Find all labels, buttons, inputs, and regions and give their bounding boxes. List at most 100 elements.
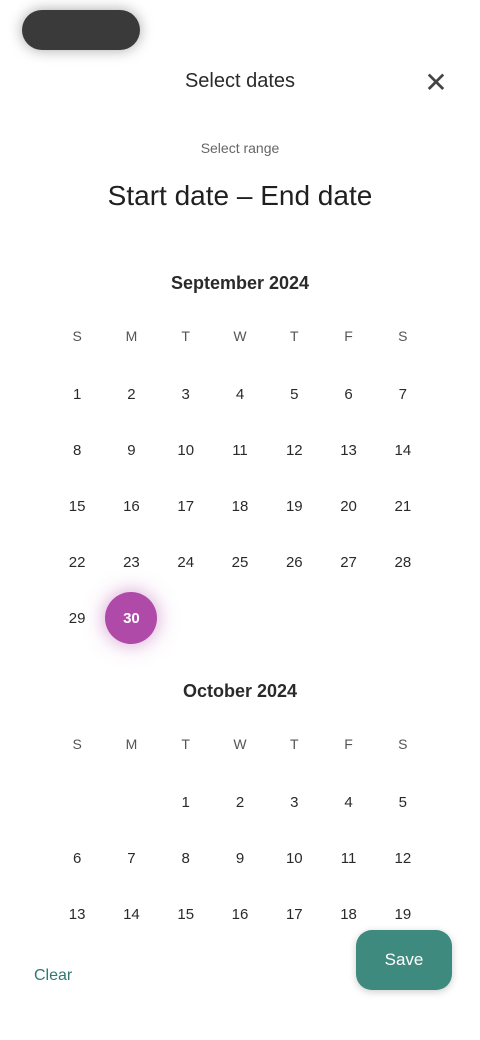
weekday-label: F [344, 328, 353, 344]
calendar-day[interactable]: 10 [267, 830, 321, 886]
close-button[interactable]: ✕ [416, 62, 456, 102]
calendar-day[interactable]: 12 [376, 830, 430, 886]
calendar-day-number: 24 [177, 553, 195, 571]
calendar-day[interactable]: 8 [50, 422, 104, 478]
calendar-day[interactable]: 17 [159, 478, 213, 534]
empty-day-cell [376, 590, 430, 646]
calendar-day[interactable]: 14 [376, 422, 430, 478]
month-title: October 2024 [182, 681, 298, 701]
calendar-day[interactable]: 3 [159, 366, 213, 422]
calendar-day-number: 17 [177, 497, 195, 515]
calendar-day[interactable]: 15 [50, 478, 104, 534]
calendar-day-number: 29 [68, 609, 86, 627]
weekday-row: S M T W T F S [50, 736, 430, 760]
calendar-day-number: 8 [181, 849, 190, 867]
weekday-label: S [72, 328, 82, 344]
calendar-day[interactable]: 1 [50, 366, 104, 422]
calendar-day-number: 22 [68, 553, 86, 571]
month-title: September 2024 [170, 273, 310, 293]
calendar-day[interactable]: 7 [104, 830, 158, 886]
clear-button[interactable]: Clear [28, 954, 78, 998]
weekday-row: S M T W T F S [50, 328, 430, 352]
calendar-day-number: 14 [394, 441, 412, 459]
calendar-day[interactable]: 21 [376, 478, 430, 534]
calendar-day[interactable]: 12 [267, 422, 321, 478]
calendar-day-number: 16 [123, 497, 140, 515]
weekday-label: T [181, 328, 190, 344]
calendar-day[interactable]: 2 [213, 774, 267, 830]
calendar-day[interactable]: 7 [376, 366, 430, 422]
weekday-label: T [290, 328, 299, 344]
weekday-label: F [344, 736, 353, 752]
calendar-day-number: 11 [232, 441, 248, 459]
calendar-day[interactable]: 27 [321, 534, 375, 590]
calendar-day[interactable]: 16 [104, 478, 158, 534]
calendar-day-number: 28 [394, 553, 412, 571]
save-button[interactable]: Save [356, 930, 452, 990]
calendar-day-number: 26 [285, 553, 303, 571]
calendar-day-number: 10 [285, 849, 303, 867]
calendar-day-number: 13 [340, 441, 357, 459]
calendar-day-number: 5 [290, 385, 299, 403]
weekday-label: S [398, 736, 408, 752]
calendar-day[interactable]: 26 [267, 534, 321, 590]
calendar-day-number: 12 [285, 441, 303, 459]
calendar-day[interactable]: 8 [159, 830, 213, 886]
calendar-day-number: 27 [340, 553, 357, 571]
calendar-day[interactable]: 11 [321, 830, 375, 886]
calendar-day[interactable]: 5 [376, 774, 430, 830]
calendar-day[interactable]: 11 [213, 422, 267, 478]
calendar-day[interactable]: 24 [159, 534, 213, 590]
calendar-day[interactable]: 5 [267, 366, 321, 422]
calendar-day[interactable]: 28 [376, 534, 430, 590]
bottom-action-bar: Clear Save [0, 920, 480, 1040]
calendar-day[interactable]: 10 [159, 422, 213, 478]
calendar-day[interactable]: 25 [213, 534, 267, 590]
calendar-day-number: 7 [398, 385, 408, 403]
calendar-day[interactable]: 23 [104, 534, 158, 590]
calendar-day[interactable]: 4 [213, 366, 267, 422]
weekday-label: S [398, 328, 408, 344]
calendar-day-number: 2 [235, 793, 245, 811]
calendar-day[interactable]: 9 [104, 422, 158, 478]
calendar-day[interactable]: 9 [213, 830, 267, 886]
calendar-day[interactable]: 1 [159, 774, 213, 830]
calendar-day-number: 6 [72, 849, 82, 867]
calendar-day[interactable]: 18 [213, 478, 267, 534]
calendar-day[interactable]: 22 [50, 534, 104, 590]
calendar-day-number: 4 [235, 385, 245, 403]
calendar-day-number: 2 [127, 385, 136, 403]
calendar-day[interactable]: 20 [321, 478, 375, 534]
calendar-day-number: 1 [72, 385, 82, 403]
calendar-day[interactable]: 3 [267, 774, 321, 830]
calendar-day-number: 30 [123, 609, 140, 627]
selected-range-title: Start date – End date [107, 180, 373, 211]
calendar-day-number: 18 [231, 497, 249, 515]
calendar-day[interactable]: 6 [321, 366, 375, 422]
calendar-day[interactable]: 6 [50, 830, 104, 886]
weekday-label: M [125, 328, 138, 344]
calendar-day-number: 6 [344, 385, 353, 403]
date-range-picker-screen: Select dates ✕ Select range Start date –… [0, 0, 480, 1040]
calendar-day-number: 23 [123, 553, 140, 571]
empty-day-cell [159, 590, 213, 646]
month-section: September 2024 S M T W T F S 1 2 3 4 5 6 7 8 9 10… [50, 270, 430, 646]
calendar-day[interactable]: 19 [267, 478, 321, 534]
calendar-day-selected[interactable]: 30 [104, 590, 158, 646]
empty-day-cell [104, 774, 158, 830]
calendar-day[interactable]: 4 [321, 774, 375, 830]
calendar-day-number: 11 [340, 849, 357, 867]
calendar-day-number: 5 [398, 793, 408, 811]
calendar-day-number: 25 [231, 553, 249, 571]
calendar-day[interactable]: 29 [50, 590, 104, 646]
weekday-label: W [233, 328, 247, 344]
calendar-day-number: 9 [235, 849, 245, 867]
weekday-label: W [233, 736, 247, 752]
calendar-day-number: 1 [181, 793, 190, 811]
days-grid: 1 2 3 4 5 6 7 8 9 10 11 12 13 14 15 16 17 18 19 [50, 774, 430, 942]
calendar-day[interactable]: 2 [104, 366, 158, 422]
range-caption: Select range [200, 140, 280, 156]
calendar-day-number: 19 [285, 497, 303, 515]
month-section: October 2024 S M T W T F S 1 2 3 4 5 6 7 8 9 10 11… [50, 678, 430, 942]
calendar-day[interactable]: 13 [321, 422, 375, 478]
